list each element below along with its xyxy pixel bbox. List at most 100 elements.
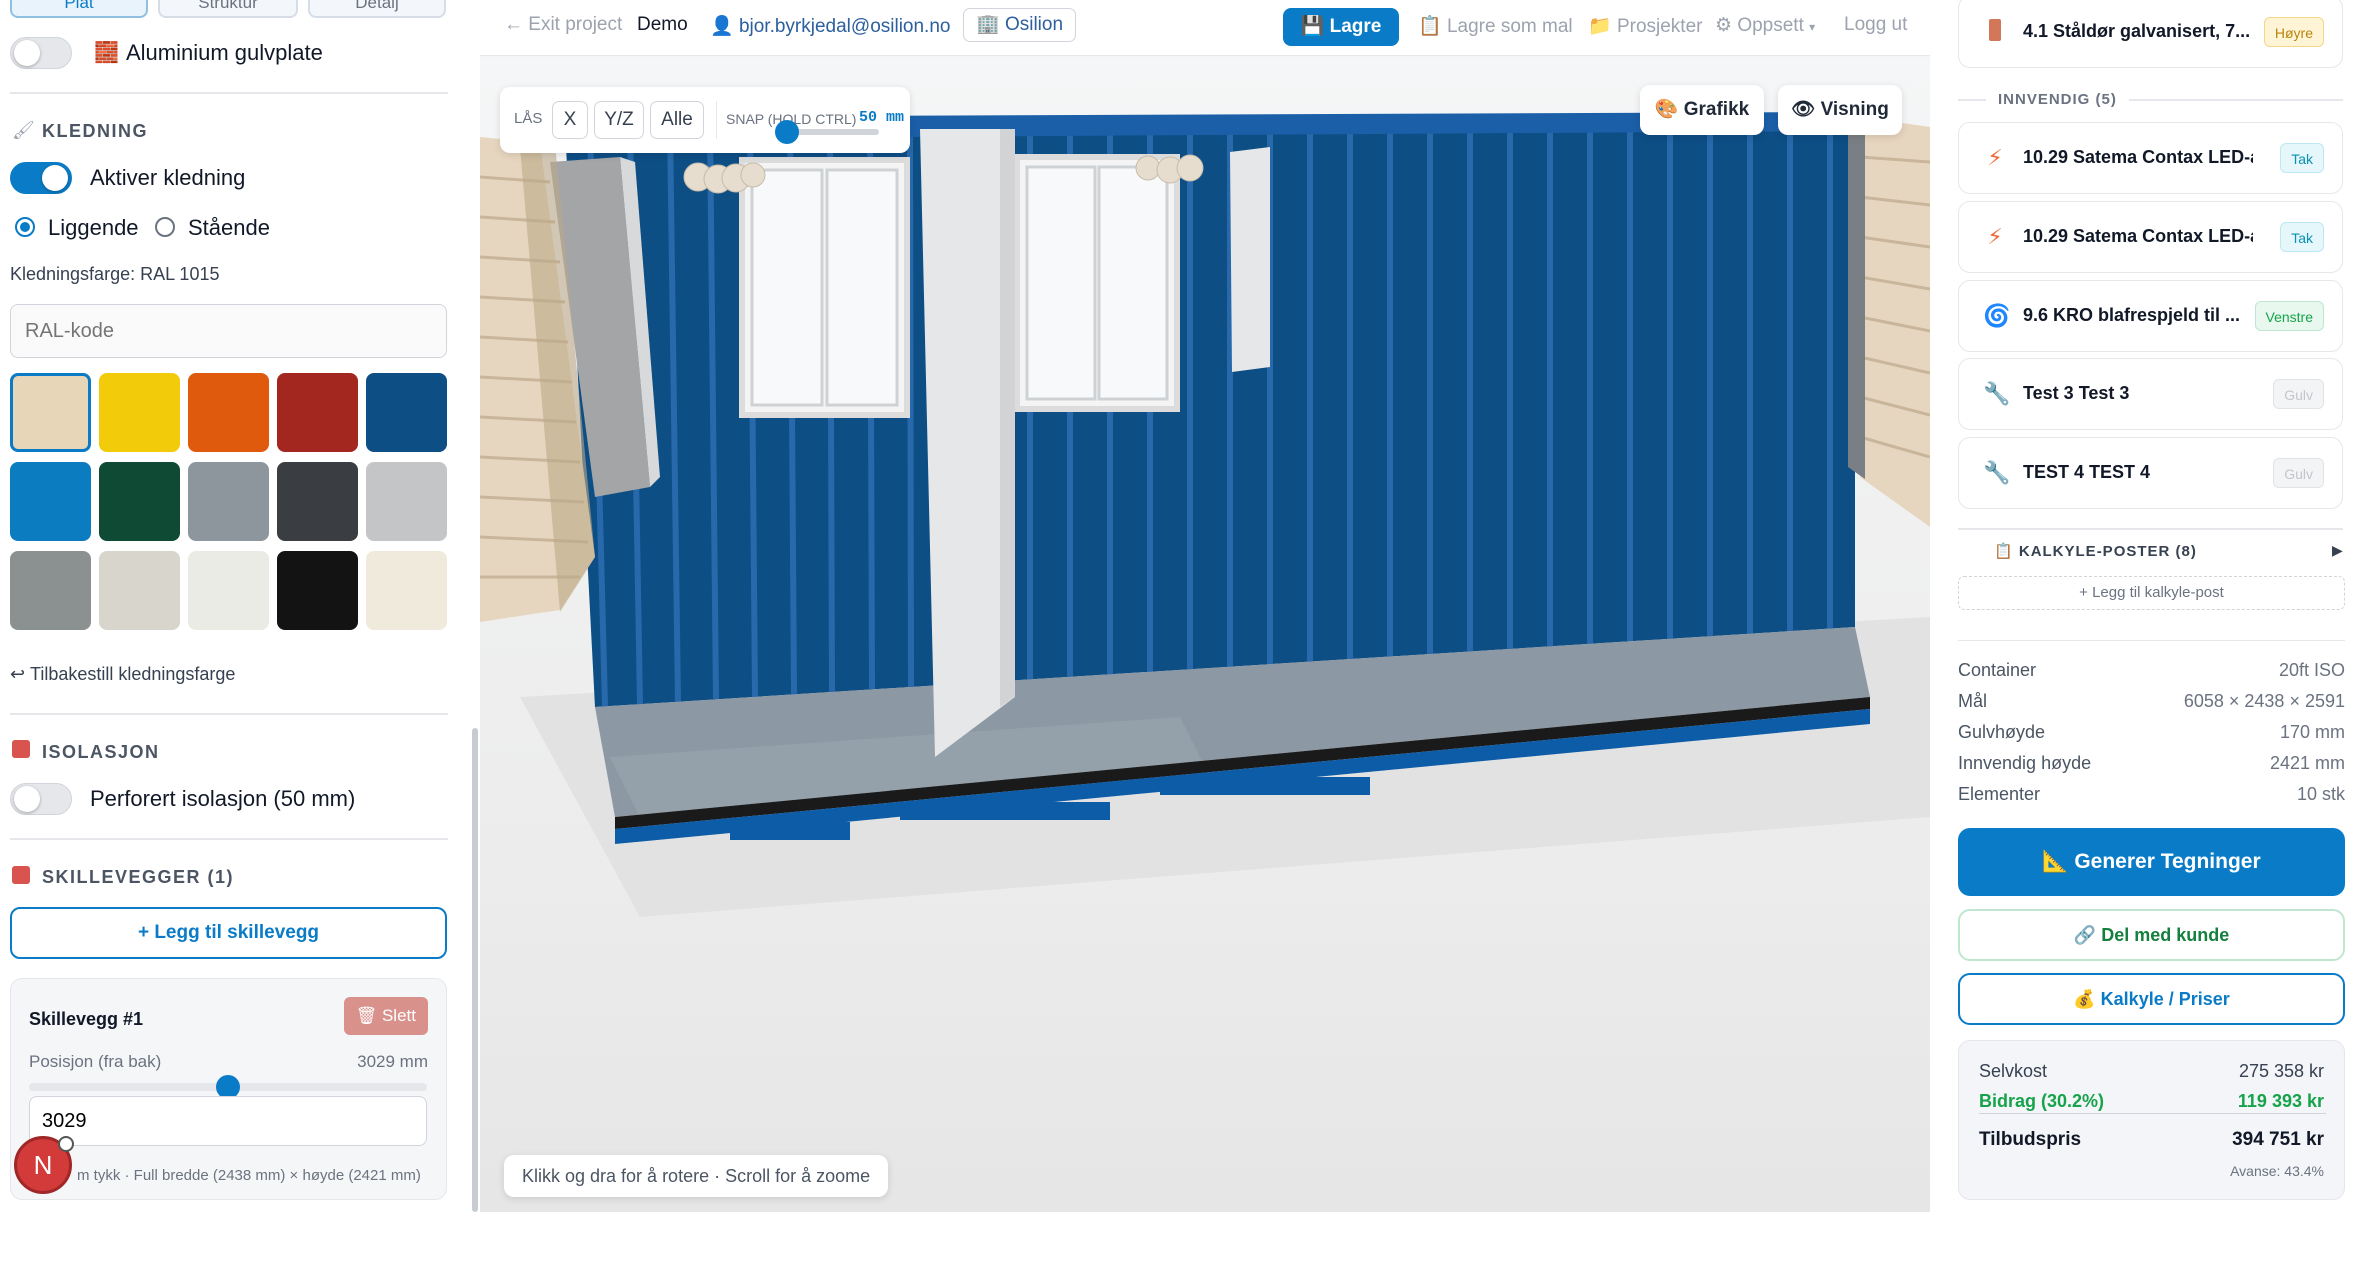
org-badge[interactable]: 🏢 Osilion (963, 8, 1077, 42)
bidrag-label: Bidrag (30.2%) (1979, 1091, 2105, 1111)
partition-card: Skillevegg #1 🗑 Slett Posisjon (fra bak)… (10, 978, 447, 1200)
element-card[interactable]: 🔧 TEST 4 TEST 4 Gulv (1958, 437, 2343, 509)
color-swatch[interactable] (366, 551, 447, 630)
radio-staende[interactable] (155, 217, 175, 237)
setup-dropdown[interactable]: ⚙ Oppsett ▾ (1715, 14, 1815, 37)
innvendig-heading: INNVENDIG (5) (1986, 91, 2129, 108)
exit-project-link[interactable]: ← Exit project (504, 14, 622, 36)
color-swatch[interactable] (10, 462, 91, 541)
building-icon: 🏢 (976, 14, 1000, 35)
lock-yz-button[interactable]: Y/Z (594, 101, 644, 139)
tab-detalj[interactable]: Detalj (308, 0, 446, 18)
avatar-status-dot (58, 1136, 74, 1152)
lock-all-button[interactable]: Alle (650, 101, 704, 139)
element-card[interactable]: 🌀 9.6 KRO blafrespjeld til ... Venstre (1958, 280, 2343, 352)
element-card[interactable]: 🔧 Test 3 Test 3 Gulv (1958, 358, 2343, 430)
skillevegger-heading: SKILLEVEGGER (1) (42, 867, 235, 887)
tab-struktur[interactable]: Struktur (158, 0, 298, 18)
view-button[interactable]: 👁 Visning (1778, 85, 1902, 135)
position-value: 3029 mm (357, 1052, 428, 1071)
container-3d-render[interactable] (480, 57, 1930, 1212)
color-swatch[interactable] (10, 551, 91, 630)
spec-value: 170 mm (2279, 722, 2345, 742)
door-icon (1983, 19, 2007, 45)
add-kalkyle-button[interactable]: + Legg til kalkyle-post (1958, 576, 2345, 610)
setup-label: Oppsett (1737, 15, 1804, 36)
lock-x-button[interactable]: X (552, 101, 588, 139)
scroll-track (470, 0, 480, 1212)
spec-value: 6058 × 2438 × 2591 (2183, 691, 2345, 711)
color-swatch[interactable] (366, 373, 447, 452)
right-sidebar: 4.1 Ståldør galvanisert, 7... Høyre INNV… (1940, 0, 2357, 1212)
element-card[interactable]: 4.1 Ståldør galvanisert, 7... Høyre (1958, 0, 2343, 68)
projects-label: Prosjekter (1616, 16, 1703, 37)
user-icon: 👤 (710, 16, 734, 37)
delete-label: Slett (381, 1006, 416, 1025)
color-swatch[interactable] (99, 462, 180, 541)
org-name: Osilion (1004, 14, 1064, 35)
color-swatch[interactable] (366, 462, 447, 541)
partition-note: m tykk · Full bredde (2438 mm) × høyde (… (77, 1167, 421, 1184)
spec-value: 20ft ISO (2278, 660, 2345, 680)
fan-icon: 🌀 (1983, 303, 2011, 328)
color-swatch[interactable] (277, 551, 358, 630)
element-card[interactable]: ⚡ 10.29 Satema Contax LED-a... Tak (1958, 122, 2343, 194)
snap-slider[interactable] (775, 120, 879, 144)
color-swatch[interactable] (188, 373, 269, 452)
spec-row: Gulvhøyde 170 mm (1958, 722, 2345, 743)
add-partition-button[interactable]: + Legg til skillevegg (10, 907, 447, 959)
divider (10, 713, 448, 715)
lightning-icon: ⚡ (1987, 224, 2003, 249)
reset-icon: ↩ (10, 664, 26, 684)
radio-liggende[interactable] (15, 217, 35, 237)
position-slider[interactable] (29, 1075, 427, 1099)
tab-plat[interactable]: Plat (10, 0, 148, 18)
radio-staende-label: Stående (188, 215, 270, 240)
kledning-toggle[interactable] (10, 162, 72, 194)
3d-scene[interactable]: LÅS X Y/Z Alle SNAP (HOLD CTRL) 50 mm 🎨 … (480, 57, 1930, 1212)
element-card[interactable]: ⚡ 10.29 Satema Contax LED-a... Tak (1958, 201, 2343, 273)
clipboard-icon: 📋 (1418, 16, 1442, 37)
window-pane (1025, 165, 1097, 401)
separator (716, 101, 717, 139)
color-swatch[interactable] (188, 462, 269, 541)
kledning-heading: KLEDNING (42, 121, 148, 141)
project-name: Demo (637, 14, 688, 35)
color-swatch[interactable] (99, 373, 180, 452)
folder-icon: 📁 (1588, 16, 1612, 37)
color-swatch[interactable] (277, 373, 358, 452)
money-bag-icon: 💰 (2073, 989, 2096, 1009)
share-customer-button[interactable]: 🔗 Del med kunde (1958, 909, 2345, 961)
avanse-value: Avanse: 43.4% (2230, 1163, 2324, 1179)
projects-button[interactable]: 📁 Prosjekter (1588, 14, 1702, 38)
color-swatch[interactable] (99, 551, 180, 630)
save-template-button[interactable]: 📋 Lagre som mal (1418, 14, 1573, 38)
palette-icon: 🎨 (1654, 99, 1679, 120)
lock-snap-panel: LÅS X Y/Z Alle SNAP (HOLD CTRL) 50 mm (500, 87, 910, 153)
expand-arrow-icon[interactable]: ▶ (2332, 542, 2343, 559)
graphics-button[interactable]: 🎨 Grafikk (1640, 85, 1764, 135)
tilbud-value: 394 751 kr (2232, 1129, 2324, 1150)
color-swatch[interactable] (277, 462, 358, 541)
generate-drawings-button[interactable]: 📐 Generer Tegninger (1958, 828, 2345, 896)
calculation-button[interactable]: 💰 Kalkyle / Priser (1958, 973, 2345, 1025)
sidebar-scrollbar[interactable] (472, 728, 478, 1212)
spec-label: Innvendig høyde (1958, 753, 2092, 773)
spec-value: 10 stk (2296, 784, 2345, 804)
kalkyle-heading[interactable]: 📋 KALKYLE-POSTER (8) (1986, 542, 2205, 560)
color-swatch[interactable] (188, 551, 269, 630)
toggle-knob (42, 165, 68, 191)
ral-code-input[interactable] (10, 304, 447, 358)
logout-button[interactable]: Logg ut (1844, 14, 1907, 36)
delete-partition-button[interactable]: 🗑 Slett (343, 997, 428, 1035)
save-button[interactable]: 💾 Lagre (1283, 8, 1399, 46)
position-input[interactable] (29, 1096, 427, 1146)
forklift-pocket (730, 822, 850, 840)
user-email-text: bjor.byrkjedal@osilion.no (738, 16, 951, 37)
floor-plate-toggle[interactable] (10, 37, 72, 69)
color-swatch[interactable] (10, 373, 91, 452)
isolasjon-toggle[interactable] (10, 783, 72, 815)
kledning-toggle-label: Aktiver kledning (90, 165, 246, 190)
reset-color-link[interactable]: Tilbakestill kledningsfarge (30, 664, 235, 685)
graphics-label: Grafikk (1683, 99, 1750, 120)
